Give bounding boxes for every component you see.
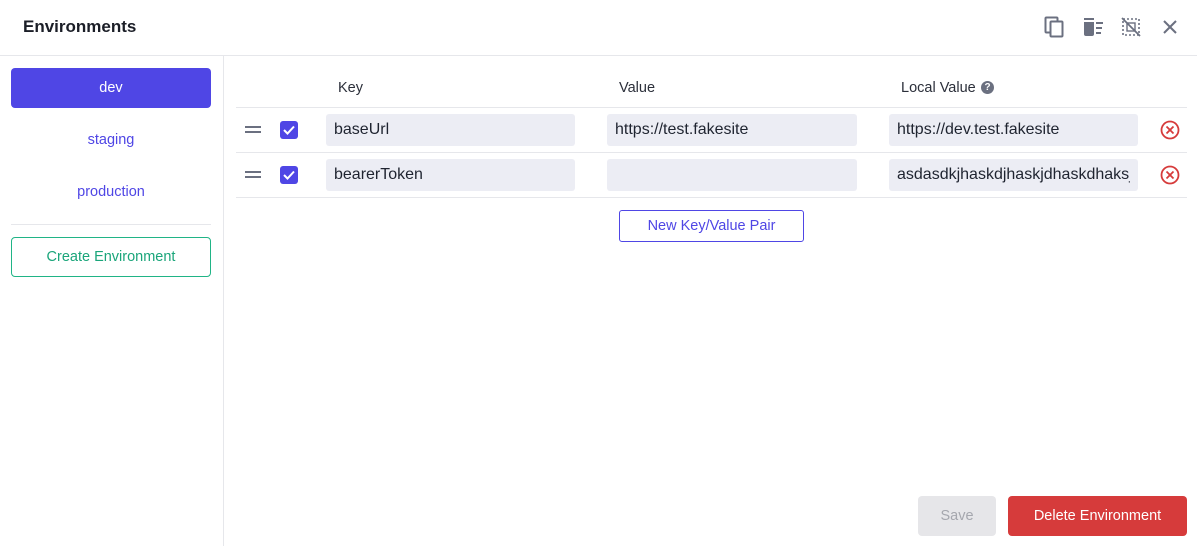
page-title: Environments (23, 17, 137, 36)
row-enabled-checkbox[interactable] (280, 166, 298, 184)
new-key-value-pair-button[interactable]: New Key/Value Pair (619, 210, 804, 242)
close-icon[interactable] (1157, 14, 1183, 40)
remove-row-icon[interactable] (1160, 165, 1180, 185)
delete-all-icon[interactable] (1080, 14, 1106, 40)
local-value-input[interactable] (889, 114, 1138, 146)
header-divider (236, 107, 1187, 108)
key-input[interactable] (326, 114, 575, 146)
value-input[interactable] (607, 159, 857, 191)
save-button: Save (918, 496, 996, 536)
copy-icon[interactable] (1041, 14, 1067, 40)
delete-environment-button[interactable]: Delete Environment (1008, 496, 1187, 536)
column-header-key: Key (338, 80, 363, 96)
environment-sidebar: dev staging production Create Environmen… (0, 56, 224, 546)
create-environment-button[interactable]: Create Environment (11, 237, 211, 277)
sidebar-divider (11, 224, 211, 225)
environment-item-dev[interactable]: dev (11, 68, 211, 108)
local-value-input[interactable] (889, 159, 1138, 191)
value-input[interactable] (607, 114, 857, 146)
environment-item-production[interactable]: production (11, 172, 211, 212)
drag-handle-icon[interactable] (245, 171, 261, 178)
drag-handle-icon[interactable] (245, 126, 261, 133)
key-input[interactable] (326, 159, 575, 191)
column-header-local-value: Local Value (901, 80, 976, 96)
deselect-icon[interactable] (1118, 14, 1144, 40)
row-divider (236, 152, 1187, 153)
column-header-value: Value (619, 80, 656, 96)
help-icon[interactable]: ? (981, 81, 994, 94)
modal-header: Environments (0, 0, 1197, 56)
environment-item-staging[interactable]: staging (11, 120, 211, 160)
row-divider (236, 197, 1187, 198)
row-enabled-checkbox[interactable] (280, 121, 298, 139)
remove-row-icon[interactable] (1160, 120, 1180, 140)
